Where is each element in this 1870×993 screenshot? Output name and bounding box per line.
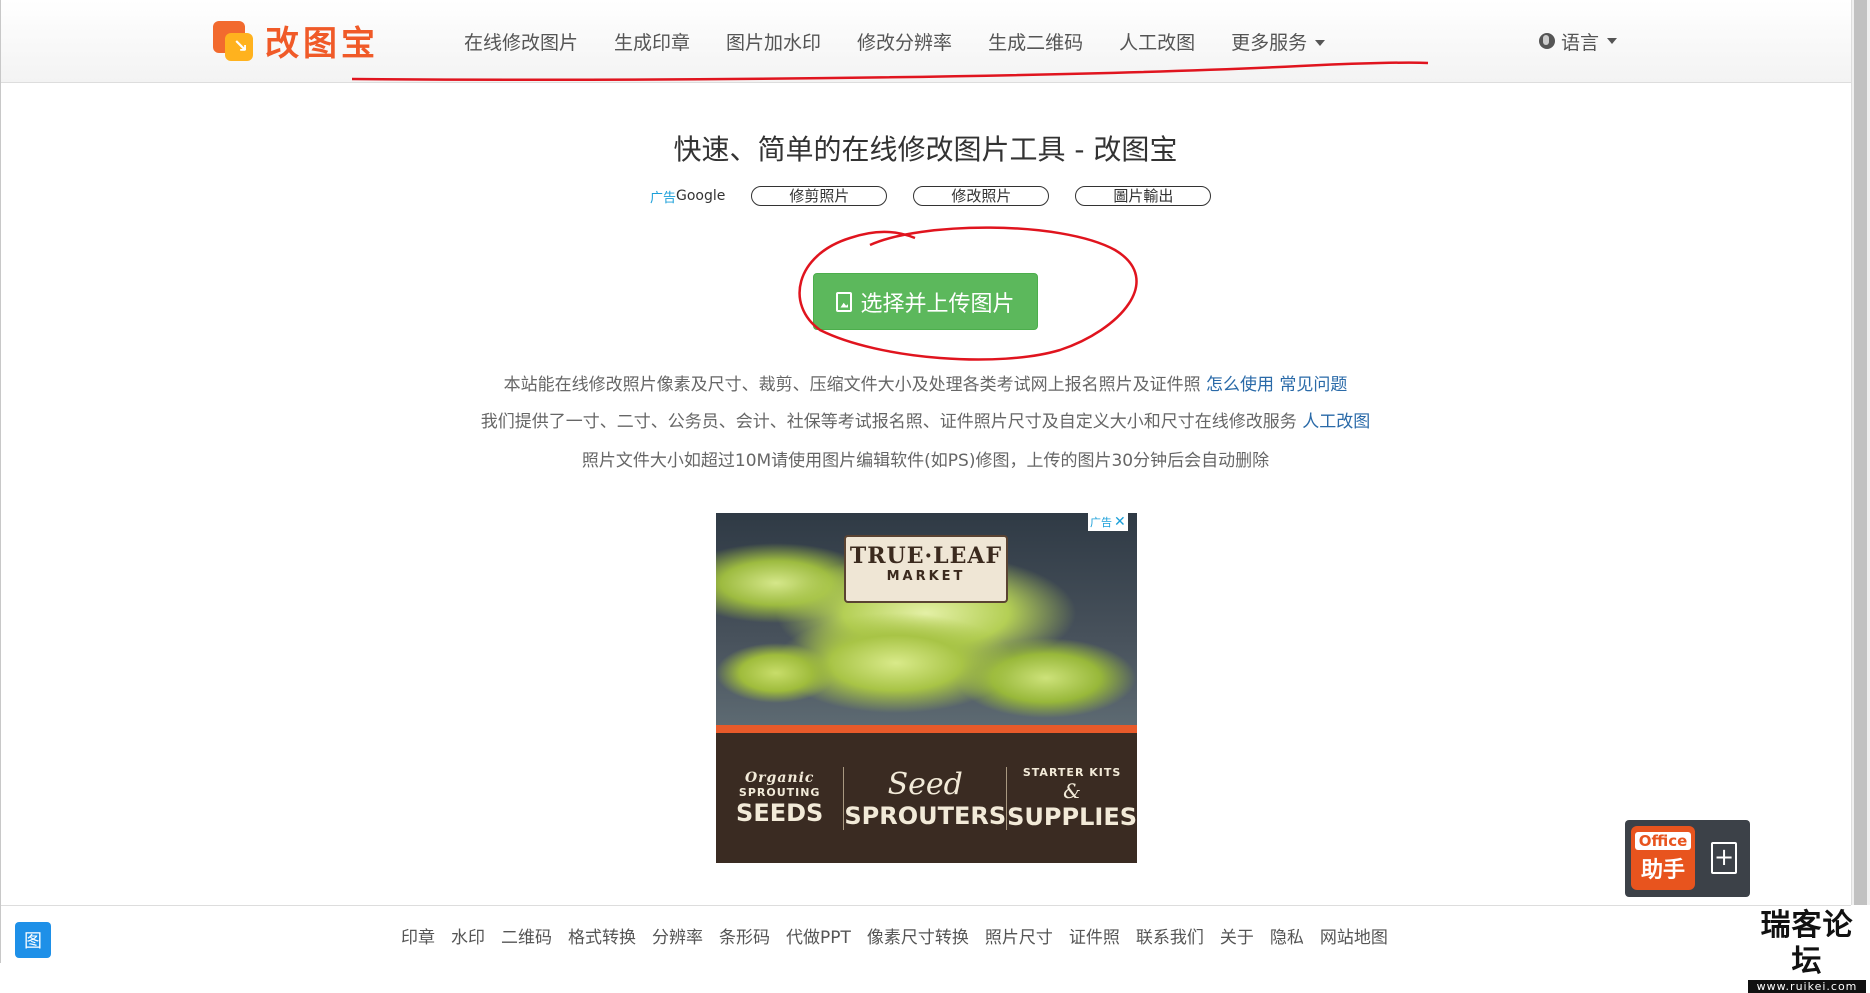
logo-icon: ↘ (213, 19, 255, 61)
nav-item-manual-edit[interactable]: 人工改图 (1101, 28, 1213, 55)
ad-text: SUPPLIES (1007, 802, 1137, 831)
brand-subname: MARKET (886, 569, 966, 584)
chevron-down-icon (1607, 38, 1618, 44)
ad-text: STARTER KITS (1022, 765, 1122, 779)
watermark-title: 瑞客论坛 (1760, 908, 1854, 979)
ad-column-sprouters: Seed SPROUTERS (843, 766, 1008, 830)
logo-text: 改图宝 (265, 23, 379, 64)
brand-badge: TRUE·LEAF MARKET (844, 535, 1008, 603)
upload-image-button[interactable]: 选择并上传图片 (813, 273, 1038, 330)
ad-text: SEEDS (736, 798, 824, 827)
language-label: 语言 (1561, 31, 1600, 54)
footer-link[interactable]: 照片尺寸 (985, 923, 1053, 948)
footer-link[interactable]: 联系我们 (1136, 923, 1204, 948)
footer-link[interactable]: 证件照 (1069, 923, 1120, 948)
chevron-down-icon (1315, 40, 1326, 46)
footer-link[interactable]: 网站地图 (1320, 923, 1388, 948)
top-navbar: ↘ 改图宝 在线修改图片 生成印章 图片加水印 修改分辨率 生成二维码 人工改图… (1, 0, 1851, 83)
assistant-label: 助手 (1640, 858, 1685, 883)
language-dropdown[interactable]: 语言 (1539, 0, 1618, 82)
nav-item-edit-image[interactable]: 在线修改图片 (446, 28, 596, 55)
how-to-use-link[interactable]: 怎么使用 (1206, 375, 1274, 395)
footer-link[interactable]: 印章 (401, 923, 435, 948)
footer-link[interactable]: 二维码 (501, 923, 552, 948)
ad-column-kits: STARTER KITS & SUPPLIES (1007, 766, 1137, 831)
ad-text: SPROUTING (738, 785, 821, 799)
footer-link[interactable]: 水印 (451, 923, 485, 948)
manual-edit-link[interactable]: 人工改图 (1302, 412, 1370, 432)
nav-item-more-services[interactable]: 更多服务 (1213, 28, 1343, 55)
vertical-scrollbar[interactable] (1851, 0, 1870, 905)
ad-text: Organic (744, 769, 815, 786)
ad-provider: Google (676, 188, 726, 204)
footer-link[interactable]: 分辨率 (652, 923, 703, 948)
google-ad-links: 广告 Google 修剪照片 修改照片 圖片輸出 (650, 184, 1237, 208)
nav-item-qrcode[interactable]: 生成二维码 (970, 28, 1101, 55)
footer-link[interactable]: 关于 (1220, 923, 1254, 948)
footer-links: 印章 水印 二维码 格式转换 分辨率 条形码 代做PPT 像素尺寸转换 照片尺寸 证件照 联系我们关… (401, 906, 1404, 964)
ad-text: Seed (887, 766, 963, 802)
footer-link[interactable]: 代做PPT (786, 923, 851, 948)
ad-link-pill[interactable]: 修剪照片 (751, 186, 888, 206)
office-logo[interactable]: Office 助手 (1631, 826, 1695, 890)
description-line: 本站能在线修改照片像素及尺寸、裁剪、压缩文件大小及处理各类考试网上报名照片及证件… (0, 370, 1851, 395)
forum-watermark: 瑞客论坛 www.ruikei.com (1748, 908, 1866, 993)
page-title: 快速、简单的在线修改图片工具 - 改图宝 (673, 133, 1178, 166)
ad-product-row: Organic SPROUTING SEEDS Seed SPROUTERS S… (716, 733, 1137, 863)
ad-tag: 广告 (650, 190, 677, 206)
main-nav: 在线修改图片 生成印章 图片加水印 修改分辨率 生成二维码 人工改图 更多服务 (446, 0, 1343, 82)
more-services-label: 更多服务 (1231, 31, 1308, 54)
description-text: 本站能在线修改照片像素及尺寸、裁剪、压缩文件大小及处理各类考试网上报名照片及证件… (503, 375, 1201, 395)
ad-link-pill[interactable]: 修改照片 (913, 186, 1050, 206)
ad-label: 广告 (1090, 516, 1112, 529)
footer-link[interactable]: 像素尺寸转换 (867, 923, 969, 948)
site-logo[interactable]: ↘ 改图宝 (213, 18, 379, 64)
footer-logo-badge[interactable]: 图 (15, 922, 51, 958)
upload-button-label: 选择并上传图片 (860, 291, 1015, 317)
nav-item-watermark[interactable]: 图片加水印 (708, 28, 839, 55)
office-label: Office (1635, 832, 1691, 850)
ad-divider-stripe (716, 725, 1137, 733)
image-file-icon (836, 291, 853, 312)
nav-item-seal[interactable]: 生成印章 (596, 28, 708, 55)
scrollbar-thumb[interactable] (1854, 0, 1867, 905)
ad-link-pill[interactable]: 圖片輸出 (1075, 186, 1212, 206)
ad-text: & (1063, 778, 1081, 803)
faq-link[interactable]: 常见问题 (1279, 375, 1347, 395)
footer-link[interactable]: 隐私 (1270, 923, 1304, 948)
ad-banner[interactable]: TRUE·LEAF MARKET Organic SPROUTING SEEDS… (716, 513, 1137, 863)
footer-link[interactable]: 格式转换 (568, 923, 636, 948)
description-line: 我们提供了一寸、二寸、公务员、会计、社保等考试报名照、证件照片尺寸及自定义大小和… (0, 407, 1851, 432)
ad-close-control[interactable]: 广告 ✕ (1088, 513, 1128, 531)
office-assistant-widget[interactable]: Office 助手 + (1625, 820, 1750, 897)
ad-text: SPROUTERS (844, 801, 1007, 830)
globe-icon (1539, 33, 1555, 49)
ad-column-seeds: Organic SPROUTING SEEDS (716, 770, 843, 827)
add-file-icon[interactable]: + (1711, 842, 1737, 874)
description-line: 照片文件大小如超过10M请使用图片编辑软件(如PS)修图，上传的图片30分钟后会… (0, 446, 1851, 471)
description-text: 照片文件大小如超过10M请使用图片编辑软件(如PS)修图，上传的图片30分钟后会… (581, 451, 1270, 471)
nav-item-resolution[interactable]: 修改分辨率 (839, 28, 970, 55)
watermark-url: www.ruikei.com (1748, 980, 1866, 993)
footer: 图 印章 水印 二维码 格式转换 分辨率 条形码 代做PPT 像素尺寸转换 照片尺寸 证件照 联系我… (1, 905, 1851, 964)
footer-link[interactable]: 条形码 (719, 923, 770, 948)
close-icon[interactable]: ✕ (1114, 514, 1126, 530)
brand-name: TRUE·LEAF (849, 543, 1003, 569)
description-text: 我们提供了一寸、二寸、公务员、会计、社保等考试报名照、证件照片尺寸及自定义大小和… (480, 412, 1297, 432)
